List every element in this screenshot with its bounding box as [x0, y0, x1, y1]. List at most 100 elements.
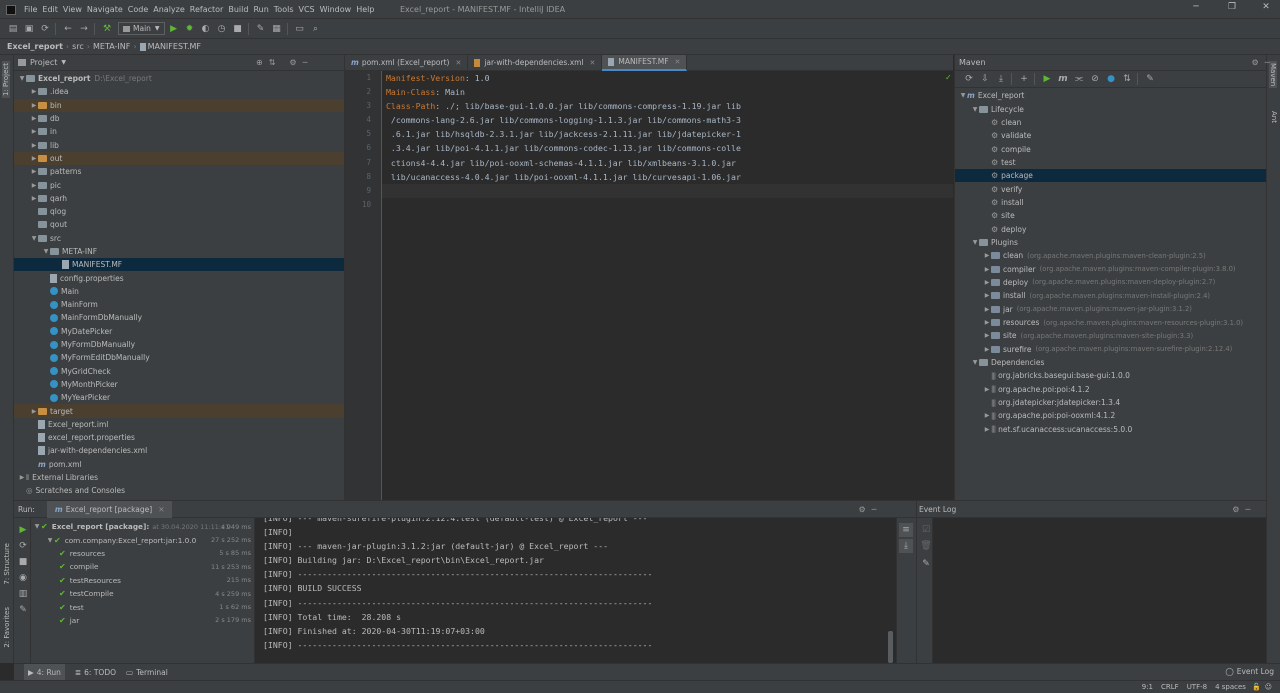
- scroll-to-end-icon[interactable]: ⤓: [899, 539, 913, 553]
- menu-item-edit[interactable]: Edit: [42, 5, 58, 14]
- chevron-right-icon[interactable]: ▶: [983, 412, 991, 419]
- maven-tree-item[interactable]: ▶ site (org.apache.maven.plugins:maven-sit…: [955, 329, 1266, 342]
- tree-item[interactable]: m pom.xml: [14, 458, 344, 471]
- run-tree-item[interactable]: ✔ testCompile 4 s 259 ms: [31, 587, 254, 600]
- tree-item[interactable]: ▶ target: [14, 404, 344, 418]
- tree-item[interactable]: MyFormEditDbManually: [14, 351, 344, 364]
- tree-item[interactable]: MyDatePicker: [14, 325, 344, 338]
- chevron-right-icon[interactable]: ▶: [30, 142, 38, 149]
- debug-icon[interactable]: ✹: [183, 22, 197, 36]
- chevron-right-icon[interactable]: ▶: [983, 332, 991, 339]
- chevron-down-icon[interactable]: ▼: [46, 537, 54, 544]
- tab-favorites[interactable]: 2: Favorites: [3, 607, 11, 648]
- minimize-button[interactable]: ─: [1186, 2, 1206, 16]
- menu-item-file[interactable]: File: [24, 5, 37, 14]
- maven-tree-item[interactable]: ▼ Plugins: [955, 236, 1266, 249]
- gear-icon[interactable]: ⚙: [858, 505, 865, 514]
- run-tree-item[interactable]: ✔ test 1 s 62 ms: [31, 600, 254, 613]
- wrench-icon[interactable]: ✎: [254, 22, 268, 36]
- generate-sources-icon[interactable]: ⇩: [978, 72, 992, 86]
- chevron-down-icon[interactable]: ▼: [971, 359, 979, 366]
- chevron-right-icon[interactable]: ▶: [30, 115, 38, 122]
- chevron-down-icon[interactable]: ▼: [33, 523, 41, 530]
- chevron-down-icon[interactable]: ▼: [959, 92, 967, 99]
- toggle-offline-icon[interactable]: ⫘: [1072, 72, 1086, 86]
- chevron-right-icon[interactable]: ▶: [983, 252, 991, 259]
- rerun-icon[interactable]: ▶: [16, 523, 30, 537]
- run-tab[interactable]: m Excel_report [package] ✕: [46, 500, 173, 518]
- hide-icon[interactable]: ─: [303, 58, 308, 67]
- run-config-select[interactable]: Main ▼: [118, 22, 165, 35]
- code-area[interactable]: Manifest-Version: 1.0 Main-Class: Main Cla…: [382, 71, 953, 500]
- maven-tree-item[interactable]: ▶ ||| org.apache.poi:poi-ooxml:4.1.2: [955, 409, 1266, 422]
- chevron-right-icon[interactable]: ▶: [18, 474, 26, 481]
- tree-item[interactable]: ▶ lib: [14, 138, 344, 151]
- forward-icon[interactable]: →: [77, 22, 91, 36]
- eye-icon[interactable]: ◉: [16, 571, 30, 585]
- pin-tab-icon[interactable]: ✎: [16, 603, 30, 617]
- chevron-right-icon[interactable]: ▶: [983, 306, 991, 313]
- menu-item-vcs[interactable]: VCS: [299, 5, 315, 14]
- tree-item[interactable]: ◎ Scratches and Consoles: [14, 484, 344, 497]
- maven-tree-item[interactable]: ⚙ install: [955, 196, 1266, 209]
- tree-item[interactable]: ▶ qarh: [14, 192, 344, 205]
- tree-item[interactable]: ▶ in: [14, 125, 344, 138]
- maven-tree-item[interactable]: ▶ ||| net.sf.ucanaccess:ucanaccess:5.0.0: [955, 423, 1266, 436]
- hide-icon[interactable]: ─: [1245, 505, 1250, 514]
- run-icon[interactable]: ▶: [167, 22, 181, 36]
- build-hammer-icon[interactable]: ⚒: [100, 22, 114, 36]
- maven-tree-item[interactable]: ⚙ package: [955, 169, 1266, 183]
- file-encoding[interactable]: UTF-8: [1187, 683, 1207, 691]
- breadcrumb-project[interactable]: Excel_report: [7, 42, 63, 51]
- menu-item-navigate[interactable]: Navigate: [87, 5, 123, 14]
- menu-item-refactor[interactable]: Refactor: [190, 5, 224, 14]
- tree-item[interactable]: Excel_report.iml: [14, 418, 344, 431]
- save-icon[interactable]: ▣: [22, 22, 36, 36]
- tree-item[interactable]: config.properties: [14, 271, 344, 284]
- tree-item[interactable]: ▶ .idea: [14, 85, 344, 98]
- chevron-down-icon[interactable]: ▼: [18, 75, 26, 82]
- maven-tree-item[interactable]: ⚙ clean: [955, 116, 1266, 129]
- layout-icon[interactable]: ▥: [16, 587, 30, 601]
- maven-tree-item[interactable]: ⚙ site: [955, 209, 1266, 222]
- chevron-down-icon[interactable]: ▼: [30, 235, 38, 242]
- structure-icon[interactable]: ▦: [270, 22, 284, 36]
- maven-tree-item[interactable]: ▶ resources (org.apache.maven.plugins:mave…: [955, 316, 1266, 329]
- tab-project[interactable]: 1: Project: [2, 61, 10, 98]
- maven-tree-item[interactable]: ▼ Dependencies: [955, 356, 1266, 369]
- chevron-right-icon[interactable]: ▶: [983, 319, 991, 326]
- menu-item-window[interactable]: Window: [320, 5, 352, 14]
- maven-tree-item[interactable]: ||| org.jdatepicker:jdatepicker:1.3.4: [955, 396, 1266, 409]
- run-tree-item[interactable]: ✔ jar 2 s 179 ms: [31, 614, 254, 627]
- tab-event-log[interactable]: ◯ Event Log: [1225, 667, 1274, 676]
- stop-icon[interactable]: ■: [16, 555, 30, 569]
- editor-tab[interactable]: MANIFEST.MF ✕: [602, 54, 688, 71]
- profile-icon[interactable]: ◷: [215, 22, 229, 36]
- tree-item[interactable]: ▼ META-INF: [14, 245, 344, 258]
- stop-icon[interactable]: ■: [231, 22, 245, 36]
- maven-tree-item[interactable]: ▼ m Excel_report: [955, 89, 1266, 102]
- tab-todo[interactable]: ≣ 6: TODO: [75, 668, 116, 677]
- chevron-right-icon[interactable]: ▶: [983, 386, 991, 393]
- tree-item[interactable]: excel_report.properties: [14, 431, 344, 444]
- reload-icon[interactable]: ⟳: [962, 72, 976, 86]
- tree-item[interactable]: MyMonthPicker: [14, 378, 344, 391]
- maven-tree-item[interactable]: ▶ surefire (org.apache.maven.plugins:maven…: [955, 343, 1266, 356]
- back-icon[interactable]: ←: [61, 22, 75, 36]
- show-dependencies-icon[interactable]: ●: [1104, 72, 1118, 86]
- close-icon[interactable]: ✕: [455, 59, 461, 67]
- lock-icon[interactable]: 🔓: [1252, 683, 1261, 691]
- close-button[interactable]: ✕: [1256, 2, 1276, 16]
- chevron-down-icon[interactable]: ▼: [61, 59, 66, 66]
- tree-item[interactable]: MANIFEST.MF: [14, 258, 344, 272]
- breadcrumb-manifest[interactable]: MANIFEST.MF: [148, 42, 201, 51]
- chevron-down-icon[interactable]: ▼: [971, 106, 979, 113]
- run-tree-item[interactable]: ✔ compile 11 s 253 ms: [31, 560, 254, 573]
- tree-item[interactable]: qlog: [14, 205, 344, 218]
- maven-tree-item[interactable]: ▼ Lifecycle: [955, 102, 1266, 115]
- wrench-icon[interactable]: ✎: [919, 557, 933, 571]
- chevron-right-icon[interactable]: ▶: [30, 168, 38, 175]
- chevron-right-icon[interactable]: ▶: [30, 102, 38, 109]
- tab-run[interactable]: ▶ 4: Run: [24, 664, 65, 680]
- menu-item-view[interactable]: View: [63, 5, 82, 14]
